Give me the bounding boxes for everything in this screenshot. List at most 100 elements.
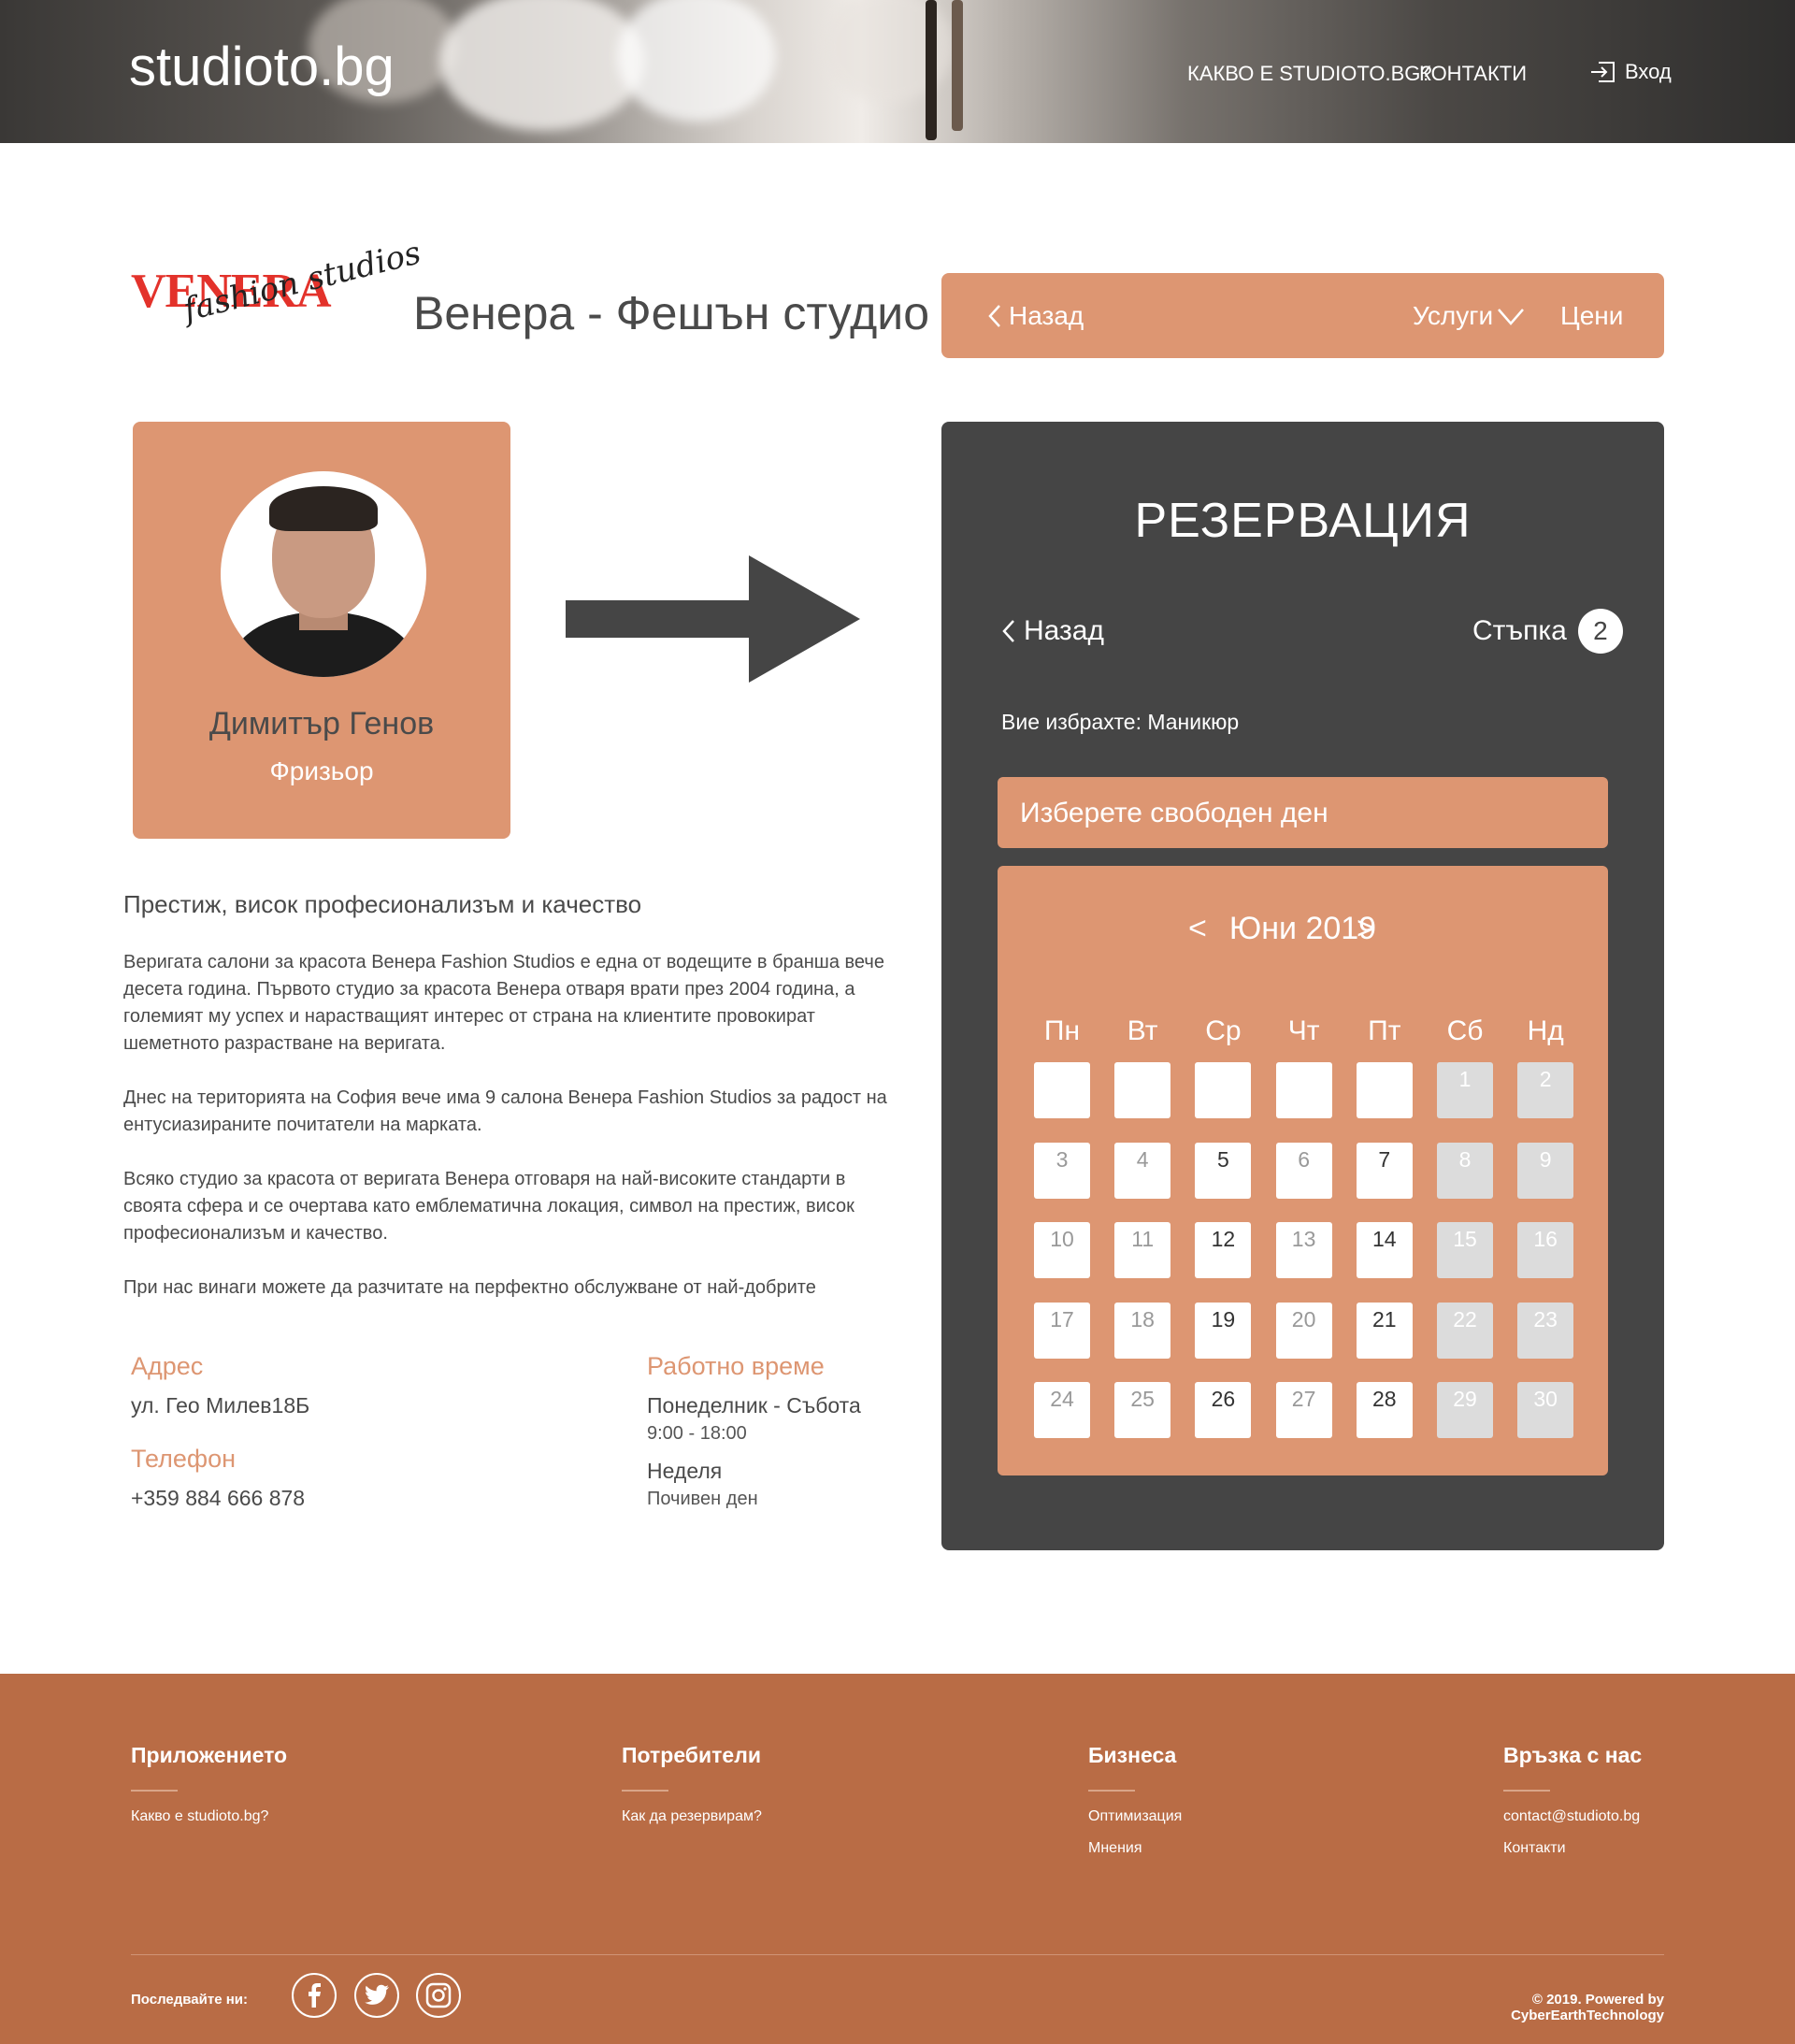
follow-label: Последвайте ни: — [131, 1992, 249, 2008]
twitter-button[interactable] — [354, 1973, 399, 2018]
instagram-button[interactable] — [416, 1973, 461, 2018]
calendar-day[interactable]: 24 — [1034, 1382, 1090, 1438]
banner-decoration — [617, 0, 776, 122]
chevron-down-icon — [1498, 309, 1525, 325]
calendar-day[interactable]: 10 — [1034, 1222, 1090, 1278]
footer-divider — [1088, 1790, 1135, 1792]
calendar-day[interactable]: 20 — [1275, 1302, 1332, 1359]
calendar-day[interactable]: 5 — [1195, 1142, 1252, 1199]
specialist-role: Фризьор — [269, 756, 374, 785]
site-logo[interactable]: studioto.bg — [129, 36, 395, 98]
nav-contacts[interactable]: КОНТАКТИ — [1419, 62, 1527, 86]
prices-link[interactable]: Цени — [1560, 301, 1623, 331]
calendar-day[interactable]: 8 — [1437, 1142, 1493, 1199]
footer-link[interactable]: Оптимизация — [1088, 1808, 1182, 1825]
calendar-day[interactable]: 9 — [1517, 1142, 1574, 1199]
footer-link[interactable]: Контакти — [1503, 1840, 1566, 1857]
banner-decoration — [439, 0, 645, 131]
sunday-label: Неделя — [647, 1459, 723, 1483]
calendar-empty-cell — [1114, 1062, 1171, 1118]
calendar-day[interactable]: 30 — [1517, 1382, 1574, 1438]
login-icon — [1591, 62, 1615, 82]
calendar-day[interactable]: 13 — [1275, 1222, 1332, 1278]
calendar-day[interactable]: 2 — [1517, 1062, 1574, 1118]
studio-nav-bar: Назад Услуги Цени — [941, 273, 1664, 358]
footer-separator — [131, 1954, 1664, 1955]
weekday-label: Пт — [1368, 1015, 1401, 1046]
calendar-day[interactable]: 15 — [1437, 1222, 1493, 1278]
phone-label: Телефон — [131, 1445, 237, 1473]
calendar-day[interactable]: 16 — [1517, 1222, 1574, 1278]
calendar-day[interactable]: 12 — [1195, 1222, 1252, 1278]
chevron-left-icon — [988, 305, 1000, 327]
weekday-label: Сб — [1446, 1015, 1484, 1046]
calendar-day[interactable]: 26 — [1195, 1382, 1252, 1438]
studio-title: Венера - Фешън студио — [413, 287, 930, 339]
services-dropdown[interactable]: Услуги — [1413, 301, 1525, 331]
banner-decoration — [952, 0, 963, 131]
calendar-day[interactable]: 25 — [1114, 1382, 1171, 1438]
calendar-empty-cell — [1275, 1062, 1332, 1118]
footer-link[interactable]: Как да резервирам? — [622, 1808, 762, 1825]
choose-day-header: Изберете свободен ден — [998, 777, 1608, 848]
calendar-day[interactable]: 3 — [1034, 1142, 1090, 1199]
step-number-badge: 2 — [1577, 609, 1623, 654]
calendar-day[interactable]: 11 — [1114, 1222, 1171, 1278]
calendar-day[interactable]: 14 — [1356, 1222, 1413, 1278]
twitter-icon — [365, 1984, 389, 2005]
footer-col-title: Потребители — [622, 1743, 761, 1767]
facebook-button[interactable] — [292, 1973, 337, 2018]
address-value: ул. Гео Милев18Б — [131, 1393, 310, 1418]
calendar-day[interactable]: 29 — [1437, 1382, 1493, 1438]
calendar-day[interactable]: 18 — [1114, 1302, 1171, 1359]
sunday-hours: Почивен ден — [647, 1489, 758, 1509]
about-paragraph: Веригата салони за красота Венера Fashio… — [123, 952, 884, 1054]
weekday-label: Пн — [1043, 1015, 1081, 1046]
calendar-day[interactable]: 1 — [1437, 1062, 1493, 1118]
weekday-label: Чт — [1287, 1015, 1320, 1046]
nav-what-is[interactable]: КАКВО Е STUDIOTO.BG? — [1187, 62, 1432, 86]
reservation-back-button[interactable]: Назад — [999, 615, 1104, 647]
footer-divider — [622, 1790, 668, 1792]
avatar — [221, 471, 426, 677]
calendar-empty-cell — [1195, 1062, 1252, 1118]
calendar-day[interactable]: 27 — [1275, 1382, 1332, 1438]
footer-col-title: Приложението — [131, 1743, 288, 1767]
footer-divider — [131, 1790, 178, 1792]
footer-link[interactable]: Какво е studioto.bg? — [131, 1808, 268, 1825]
weekday-label: Нд — [1527, 1015, 1564, 1046]
step-indicator: Стъпка 2 — [1472, 609, 1623, 654]
studio-logo: VENERA fashion studios — [131, 234, 424, 357]
calendar-day[interactable]: 7 — [1356, 1142, 1413, 1199]
banner-decoration — [926, 0, 937, 140]
calendar-day[interactable]: 28 — [1356, 1382, 1413, 1438]
specialist-name: Димитър Генов — [208, 706, 435, 741]
weekdays-label: Понеделник - Събота — [647, 1393, 861, 1418]
about-paragraph: Всяко студио за красота от веригата Вене… — [123, 1169, 854, 1244]
calendar-day[interactable]: 23 — [1517, 1302, 1574, 1359]
weekdays-hours: 9:00 - 18:00 — [647, 1423, 747, 1444]
services-label: Услуги — [1413, 301, 1494, 330]
about-paragraph: При нас винаги можете да разчитате на пе… — [123, 1277, 816, 1298]
calendar-day[interactable]: 22 — [1437, 1302, 1493, 1359]
chevron-left-icon — [1002, 620, 1014, 642]
calendar-day[interactable]: 4 — [1114, 1142, 1171, 1199]
footer-link[interactable]: Мнения — [1088, 1840, 1142, 1857]
step-label: Стъпка — [1472, 615, 1567, 646]
phone-value[interactable]: +359 884 666 878 — [131, 1486, 305, 1511]
login-label: Вход — [1625, 60, 1672, 83]
calendar-day[interactable]: 17 — [1034, 1302, 1090, 1359]
login-link[interactable]: Вход — [1589, 60, 1672, 84]
calendar-day[interactable]: 6 — [1275, 1142, 1332, 1199]
calendar-prev-button[interactable]: < — [1188, 911, 1207, 947]
top-back-button[interactable]: Назад — [986, 301, 1084, 331]
reservation-back-label: Назад — [1024, 615, 1104, 646]
calendar-next-button[interactable]: > — [1357, 911, 1375, 947]
calendar-day[interactable]: 19 — [1195, 1302, 1252, 1359]
footer-divider — [1503, 1790, 1550, 1792]
facebook-icon — [309, 1983, 321, 2008]
footer-link[interactable]: contact@studioto.bg — [1503, 1808, 1640, 1825]
header-banner: studioto.bg КАКВО Е STUDIOTO.BG? КОНТАКТ… — [0, 0, 1795, 143]
specialist-card[interactable]: Димитър Генов Фризьор — [133, 422, 510, 839]
calendar-day[interactable]: 21 — [1356, 1302, 1413, 1359]
